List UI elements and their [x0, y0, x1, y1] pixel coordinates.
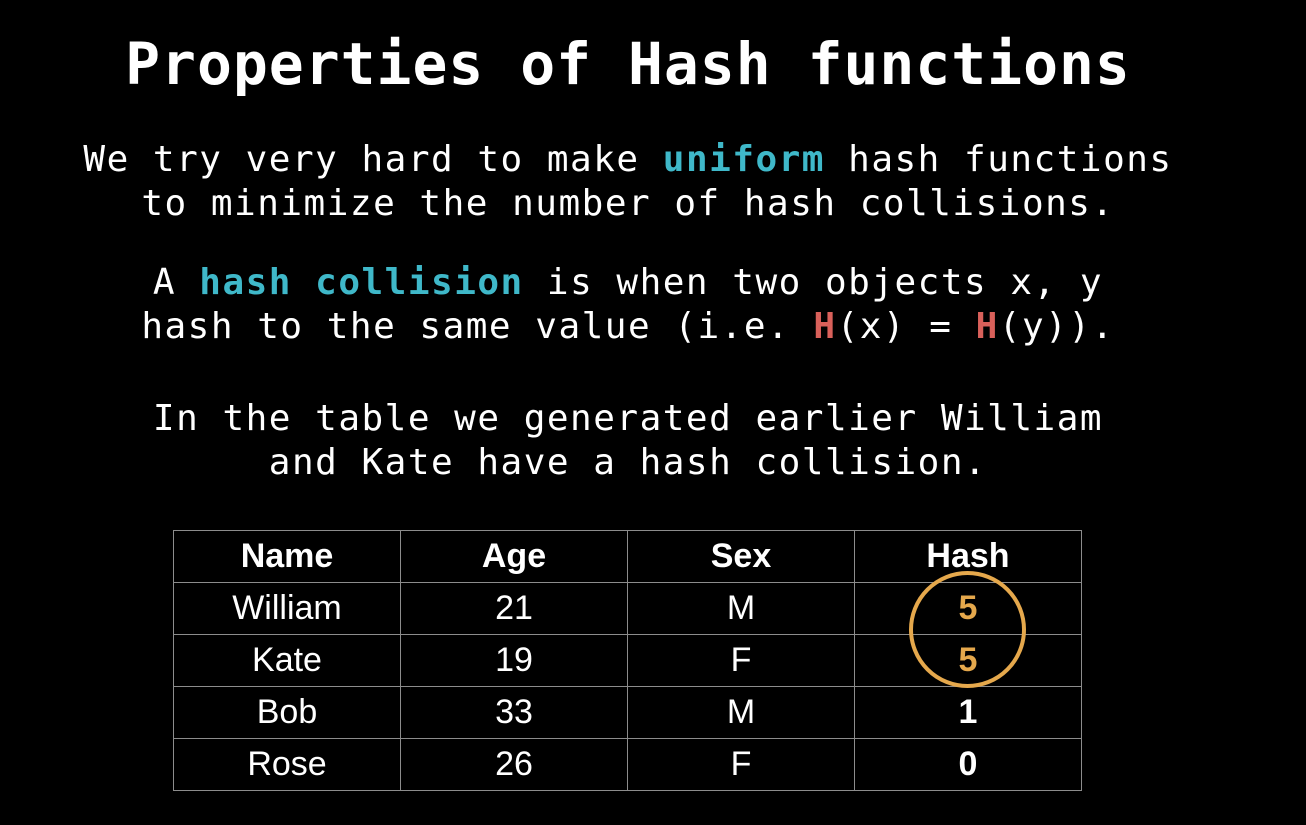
- text-segment: hash to the same value (i.e.: [141, 306, 814, 347]
- cell-age: 33: [400, 686, 628, 739]
- cell-name: Rose: [173, 738, 401, 791]
- example-paragraph: In the table we generated earlier Willia…: [0, 397, 1256, 485]
- cell-age: 26: [400, 738, 628, 791]
- cell-name: William: [173, 582, 401, 635]
- cell-age: 19: [400, 634, 628, 687]
- text-segment: (y)).: [998, 306, 1115, 347]
- slide-title: Properties of Hash functions: [125, 30, 1131, 98]
- cell-hash-collision: 5: [854, 634, 1082, 687]
- cell-hash: 0: [854, 738, 1082, 791]
- text-segment: (x) =: [836, 306, 976, 347]
- cell-sex: F: [627, 634, 855, 687]
- text-segment: hash functions: [824, 139, 1173, 180]
- table-row: Bob 33 M 1: [173, 686, 1082, 739]
- cell-sex: M: [627, 582, 855, 635]
- header-sex: Sex: [627, 530, 855, 583]
- cell-age: 21: [400, 582, 628, 635]
- header-name: Name: [173, 530, 401, 583]
- hash-function-symbol: H: [975, 306, 999, 347]
- table-row: Kate 19 F 5: [173, 634, 1082, 687]
- uniform-line-1: We try very hard to make uniform hash fu…: [83, 139, 1172, 180]
- uniform-line-2: to minimize the number of hash collision…: [141, 183, 1115, 224]
- collision-line-2: hash to the same value (i.e. H(x) = H(y)…: [141, 306, 1114, 347]
- cell-hash-collision: 5: [854, 582, 1082, 635]
- example-line-2: and Kate have a hash collision.: [268, 442, 988, 483]
- text-segment: is when two objects x, y: [523, 262, 1104, 303]
- slide: Properties of Hash functions We try very…: [0, 0, 1306, 825]
- text-segment: A: [152, 262, 200, 303]
- collision-definition-paragraph: A hash collision is when two objects x, …: [0, 261, 1256, 349]
- cell-hash: 1: [854, 686, 1082, 739]
- uniform-highlight: uniform: [662, 139, 825, 180]
- header-hash: Hash: [854, 530, 1082, 583]
- example-line-1: In the table we generated earlier Willia…: [152, 398, 1104, 439]
- hash-collision-highlight: hash collision: [199, 262, 524, 303]
- cell-sex: M: [627, 686, 855, 739]
- cell-sex: F: [627, 738, 855, 791]
- cell-name: Bob: [173, 686, 401, 739]
- table-row: Rose 26 F 0: [173, 738, 1082, 791]
- hash-function-symbol: H: [813, 306, 837, 347]
- table-header-row: Name Age Sex Hash: [173, 530, 1082, 583]
- text-segment: We try very hard to make: [83, 139, 663, 180]
- table-row: William 21 M 5: [173, 582, 1082, 635]
- uniform-paragraph: We try very hard to make uniform hash fu…: [0, 138, 1256, 226]
- collision-line-1: A hash collision is when two objects x, …: [153, 262, 1103, 303]
- header-age: Age: [400, 530, 628, 583]
- cell-name: Kate: [173, 634, 401, 687]
- hash-table: Name Age Sex Hash William 21 M 5 Kate 19…: [173, 530, 1082, 791]
